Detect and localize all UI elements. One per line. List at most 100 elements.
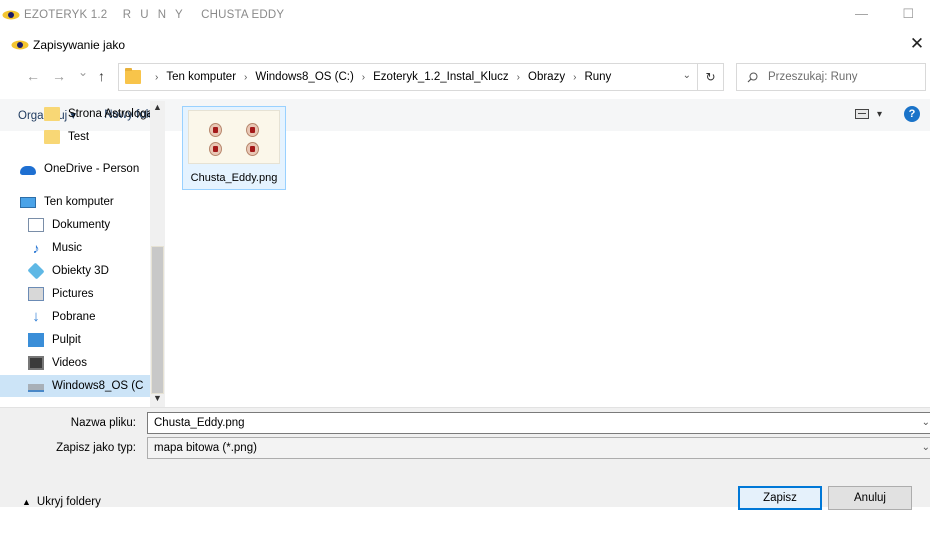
hide-folders-button[interactable]: ▲ Ukryj foldery: [22, 496, 101, 508]
file-name: Chusta_Eddy.png: [190, 172, 278, 184]
breadcrumb-separator: ›: [155, 71, 159, 83]
pictures-icon: [28, 287, 44, 301]
filetype-value: mapa bitowa (*.png): [154, 442, 257, 454]
filename-label: Nazwa pliku:: [70, 417, 136, 429]
scrollbar-thumb[interactable]: [151, 246, 164, 394]
refresh-button[interactable]: ↻: [698, 63, 724, 91]
cancel-button[interactable]: Anuluj: [828, 486, 912, 510]
file-list: Chusta_Eddy.png: [165, 101, 930, 407]
breadcrumb-ten-komputer[interactable]: Ten komputer: [166, 71, 236, 83]
drive-icon: [28, 384, 44, 392]
recent-locations-button[interactable]: ⌄: [78, 65, 88, 79]
nav-item-videos[interactable]: Videos: [0, 352, 150, 374]
app-title-name: EZOTERYK 1.2: [24, 9, 108, 21]
address-row: ← → ⌄ ↑ › Ten komputer › Windows8_OS (C:…: [0, 63, 930, 91]
breadcrumb-separator[interactable]: ›: [244, 72, 247, 83]
nav-item-dokumenty[interactable]: Dokumenty: [0, 214, 150, 236]
filename-field[interactable]: Chusta_Eddy.png ⌄: [147, 412, 930, 434]
breadcrumb-obrazy[interactable]: Obrazy: [528, 71, 565, 83]
scroll-up-icon[interactable]: ▲: [153, 102, 162, 112]
file-thumbnail: [188, 110, 280, 164]
back-button[interactable]: ←: [26, 68, 40, 84]
filetype-select[interactable]: mapa bitowa (*.png) ⌄: [147, 437, 930, 459]
search-icon: [747, 72, 758, 82]
app-title-section: R U N Y: [122, 9, 186, 21]
maximize-button[interactable]: ☐: [902, 6, 914, 22]
nav-item-label: OneDrive - Person: [44, 163, 140, 175]
scroll-down-icon[interactable]: ▼: [153, 393, 162, 403]
nav-item-pictures[interactable]: Pictures: [0, 283, 150, 305]
navpane-scrollbar[interactable]: ▲ ▼: [150, 101, 165, 407]
breadcrumb-separator[interactable]: ›: [573, 72, 576, 83]
nav-item-strona-astrologa[interactable]: Strona Astrologa: [0, 103, 150, 125]
refresh-icon: ↻: [705, 70, 716, 84]
file-item[interactable]: Chusta_Eddy.png: [182, 106, 286, 190]
music-icon: ♪: [32, 240, 40, 256]
nav-item-label: Ten komputer: [44, 196, 114, 208]
folder-icon: [125, 68, 141, 84]
save-form: Nazwa pliku: Chusta_Eddy.png ⌄ Zapisz ja…: [0, 407, 930, 510]
nav-item-test[interactable]: Test: [0, 126, 150, 148]
forward-button[interactable]: →: [52, 68, 66, 84]
address-dropdown-icon[interactable]: ⌄: [683, 70, 691, 81]
folder-icon: [44, 130, 60, 144]
nav-item-music[interactable]: ♪ Music: [0, 237, 150, 259]
documents-icon: [28, 218, 44, 232]
save-button[interactable]: Zapisz: [738, 486, 822, 510]
navigation-pane: Strona Astrologa Test OneDrive - Person …: [0, 101, 165, 407]
app-titlebar: EZOTERYK 1.2 R U N Y CHUSTA EDDY — ☐: [0, 0, 930, 30]
rune-icon: [209, 142, 222, 156]
chevron-down-icon[interactable]: ⌄: [922, 442, 930, 453]
filename-value: Chusta_Eddy.png: [154, 417, 245, 429]
nav-item-label: Pulpit: [52, 334, 81, 346]
breadcrumb-runy[interactable]: Runy: [584, 71, 611, 83]
filetype-row: Zapisz jako typ: mapa bitowa (*.png) ⌄: [0, 437, 930, 459]
close-icon[interactable]: ✕: [906, 34, 928, 54]
nav-item-ten-komputer[interactable]: Ten komputer: [0, 191, 150, 213]
app-title-document: CHUSTA EDDY: [201, 9, 285, 21]
nav-item-label: Strona Astrologa: [68, 108, 150, 120]
3d-objects-icon: [27, 262, 45, 280]
app-title: EZOTERYK 1.2 R U N Y CHUSTA EDDY: [24, 9, 296, 21]
folder-icon: [44, 107, 60, 121]
videos-icon: [28, 356, 44, 370]
dialog-title: Zapisywanie jako: [33, 38, 126, 52]
search-input[interactable]: Przeszukaj: Runy: [736, 63, 926, 91]
nav-item-label: Videos: [52, 357, 87, 369]
breadcrumb-ezoteryk[interactable]: Ezoteryk_1.2_Instal_Klucz: [373, 71, 509, 83]
onedrive-icon: [20, 166, 36, 175]
nav-item-label: Test: [68, 131, 90, 143]
chevron-up-icon: ▲: [22, 497, 31, 507]
minimize-button[interactable]: —: [855, 6, 868, 21]
desktop-icon: [28, 333, 44, 347]
breadcrumb-drive[interactable]: Windows8_OS (C:): [255, 71, 353, 83]
rune-icon: [209, 123, 222, 137]
downloads-icon: ↓: [32, 308, 40, 325]
nav-item-onedrive[interactable]: OneDrive - Person: [0, 158, 150, 180]
chevron-down-icon[interactable]: ⌄: [922, 417, 930, 428]
nav-item-pulpit[interactable]: Pulpit: [0, 329, 150, 351]
nav-item-label: Pobrane: [52, 311, 96, 323]
breadcrumb-separator[interactable]: ›: [517, 72, 520, 83]
address-bar[interactable]: › Ten komputer › Windows8_OS (C:) › Ezot…: [118, 63, 698, 91]
search-placeholder: Przeszukaj: Runy: [768, 71, 858, 83]
nav-item-label: Pictures: [52, 288, 94, 300]
dialog-eye-icon: [11, 40, 29, 50]
filename-row: Nazwa pliku: Chusta_Eddy.png ⌄: [0, 412, 930, 434]
nav-item-pobrane[interactable]: ↓ Pobrane: [0, 306, 150, 328]
nav-item-label: Windows8_OS (C: [52, 380, 144, 392]
nav-item-label: Music: [52, 242, 83, 254]
nav-item-obiekty-3d[interactable]: Obiekty 3D: [0, 260, 150, 282]
hide-folders-label: Ukryj foldery: [36, 496, 101, 508]
app-eye-icon: [2, 10, 20, 20]
nav-item-label: Dokumenty: [52, 219, 111, 231]
computer-icon: [20, 196, 36, 208]
nav-item-windows8-os[interactable]: Windows8_OS (C: [0, 375, 150, 397]
up-button[interactable]: ↑: [98, 68, 105, 84]
filetype-label: Zapisz jako typ:: [56, 442, 136, 454]
rune-icon: [246, 123, 259, 137]
nav-item-label: Obiekty 3D: [52, 265, 109, 277]
rune-icon: [246, 142, 259, 156]
breadcrumb-separator[interactable]: ›: [362, 72, 365, 83]
dialog-titlebar: Zapisywanie jako ✕: [0, 30, 930, 60]
